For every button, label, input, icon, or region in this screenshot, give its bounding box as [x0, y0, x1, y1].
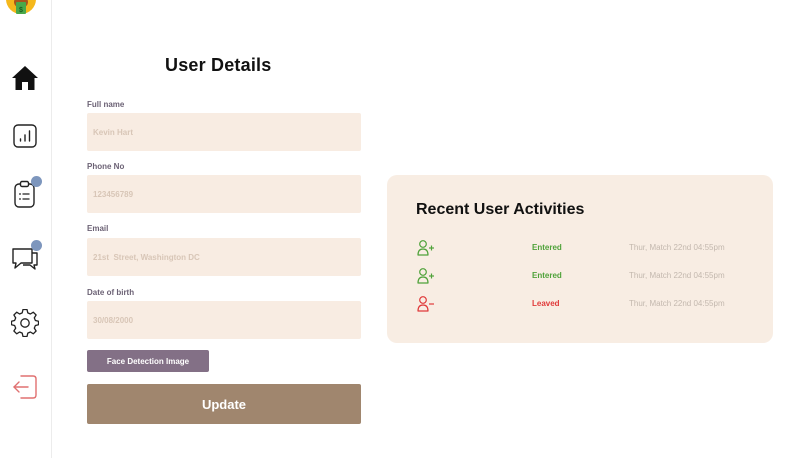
email-label: Email [87, 224, 109, 233]
page-title: User Details [165, 55, 272, 75]
home-icon[interactable] [9, 62, 41, 94]
update-button[interactable]: Update [87, 384, 361, 424]
activity-status: Entered [532, 271, 562, 280]
avatar[interactable]: $ [4, 0, 38, 20]
activity-time: Thur, Match 22nd 04:55pm [629, 299, 725, 308]
logout-icon[interactable] [9, 371, 41, 403]
face-detection-button[interactable]: Face Detection Image [87, 350, 209, 372]
dob-field[interactable] [87, 301, 361, 339]
bar-chart-icon[interactable] [9, 120, 41, 152]
list-item: Entered Thur, Match 22nd 04:55pm [387, 239, 773, 257]
full-name-field[interactable] [87, 113, 361, 151]
user-add-icon [417, 239, 435, 257]
list-item: Entered Thur, Match 22nd 04:55pm [387, 267, 773, 285]
list-item: Leaved Thur, Match 22nd 04:55pm [387, 295, 773, 313]
user-add-icon [417, 267, 435, 285]
phone-field[interactable] [87, 175, 361, 213]
activity-time: Thur, Match 22nd 04:55pm [629, 243, 725, 252]
phone-label: Phone No [87, 162, 125, 171]
notification-badge [31, 176, 42, 187]
gear-icon[interactable] [9, 307, 41, 339]
panel-title: Recent User Activities [416, 201, 585, 218]
user-remove-icon [417, 295, 435, 313]
recent-activities-panel: Recent User Activities Entered Thur, Mat… [387, 175, 773, 343]
email-field[interactable] [87, 238, 361, 276]
activity-status: Leaved [532, 299, 560, 308]
dob-label: Date of birth [87, 288, 135, 297]
notification-badge [31, 240, 42, 251]
full-name-label: Full name [87, 100, 125, 109]
sidebar: $ [0, 0, 52, 458]
activity-status: Entered [532, 243, 562, 252]
activity-time: Thur, Match 22nd 04:55pm [629, 271, 725, 280]
svg-text:$: $ [19, 7, 23, 14]
